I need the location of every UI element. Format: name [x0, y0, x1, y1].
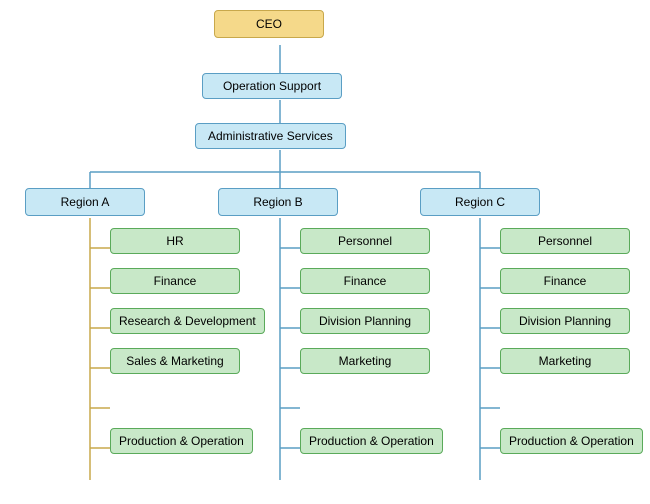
region-a-child-5: Production & Operation: [110, 428, 253, 454]
ceo-node: CEO: [214, 10, 324, 38]
region-c-child-3: Division Planning: [500, 308, 630, 334]
ceo-label: CEO: [256, 17, 282, 31]
region-b-child-3: Division Planning: [300, 308, 430, 334]
region-c-child-1: Personnel: [500, 228, 630, 254]
region-b-child-2: Finance: [300, 268, 430, 294]
region-a-label: Region A: [61, 195, 110, 209]
region-c-node: Region C: [420, 188, 540, 216]
region-a-child-4: Sales & Marketing: [110, 348, 240, 374]
region-c-child-2: Finance: [500, 268, 630, 294]
op-support-node: Operation Support: [202, 73, 342, 99]
org-chart: CEO Operation Support Administrative Ser…: [0, 0, 650, 504]
region-a-child-2: Finance: [110, 268, 240, 294]
region-c-label: Region C: [455, 195, 505, 209]
region-c-child-4: Marketing: [500, 348, 630, 374]
region-b-node: Region B: [218, 188, 338, 216]
admin-services-node: Administrative Services: [195, 123, 346, 149]
region-b-child-5: Production & Operation: [300, 428, 443, 454]
admin-services-label: Administrative Services: [208, 129, 333, 143]
region-c-child-5: Production & Operation: [500, 428, 643, 454]
region-b-label: Region B: [253, 195, 302, 209]
region-b-child-1: Personnel: [300, 228, 430, 254]
region-a-child-1: HR: [110, 228, 240, 254]
op-support-label: Operation Support: [223, 79, 321, 93]
region-b-child-4: Marketing: [300, 348, 430, 374]
region-a-node: Region A: [25, 188, 145, 216]
region-a-child-3: Research & Development: [110, 308, 265, 334]
